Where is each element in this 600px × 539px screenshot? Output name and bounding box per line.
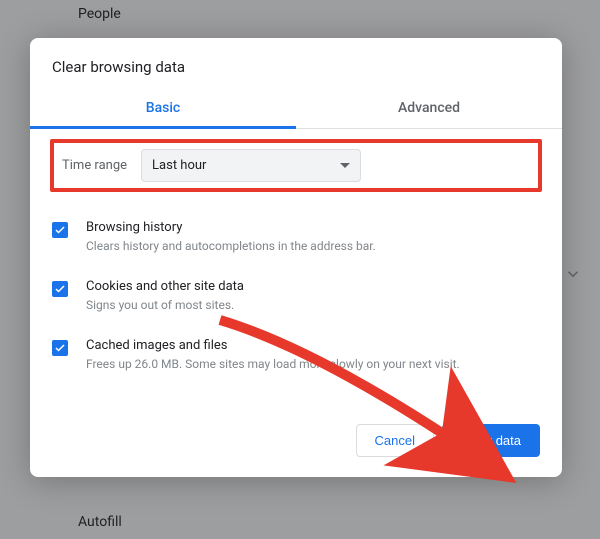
clear-browsing-data-dialog: Clear browsing data Basic Advanced Time … — [30, 38, 562, 477]
time-range-select[interactable]: Last hour — [141, 149, 361, 182]
checkbox-browsing-history[interactable] — [52, 222, 68, 238]
caret-down-icon — [340, 163, 350, 168]
option-desc: Clears history and autocompletions in th… — [86, 238, 540, 255]
time-range-highlight: Time range Last hour — [50, 139, 542, 192]
option-browsing-history: Browsing history Clears history and auto… — [52, 208, 540, 267]
checkbox-cached[interactable] — [52, 340, 68, 356]
option-desc: Frees up 26.0 MB. Some sites may load mo… — [86, 356, 540, 373]
checkbox-cookies[interactable] — [52, 281, 68, 297]
tab-advanced[interactable]: Advanced — [296, 90, 562, 128]
tab-basic[interactable]: Basic — [30, 90, 296, 128]
option-cached: Cached images and files Frees up 26.0 MB… — [52, 326, 540, 385]
clear-data-button[interactable]: Clear data — [442, 424, 540, 457]
option-title: Cookies and other site data — [86, 279, 540, 294]
bg-section-people: People — [78, 6, 121, 22]
option-cookies: Cookies and other site data Signs you ou… — [52, 267, 540, 326]
time-range-value: Last hour — [152, 158, 206, 173]
options-list: Browsing history Clears history and auto… — [30, 202, 562, 384]
cancel-button[interactable]: Cancel — [356, 424, 434, 457]
option-desc: Signs you out of most sites. — [86, 297, 540, 314]
option-title: Cached images and files — [86, 338, 540, 353]
tab-bar: Basic Advanced — [30, 90, 562, 129]
chevron-down-icon — [564, 265, 582, 287]
dialog-title: Clear browsing data — [30, 38, 562, 90]
option-title: Browsing history — [86, 220, 540, 235]
bg-section-autofill: Autofill — [78, 514, 122, 530]
time-range-label: Time range — [60, 158, 127, 173]
dialog-actions: Cancel Clear data — [30, 384, 562, 459]
